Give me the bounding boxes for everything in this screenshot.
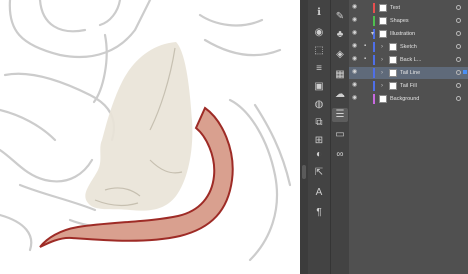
layer-color-bar — [373, 55, 375, 65]
visibility-eye-icon[interactable]: ◉ — [352, 56, 359, 62]
layer-name[interactable]: Background — [390, 95, 419, 103]
target-circle-icon[interactable] — [456, 31, 461, 36]
layer-name[interactable]: Illustration — [390, 30, 415, 38]
layer-row[interactable]: ◉ Background — [349, 93, 468, 105]
layer-row[interactable]: ◉ ▾ Illustration — [349, 28, 468, 40]
transform-icon[interactable]: ⬚ — [311, 44, 327, 58]
target-circle-icon[interactable] — [456, 5, 461, 10]
visibility-eye-icon[interactable]: ◉ — [352, 95, 359, 101]
layer-color-bar — [373, 81, 375, 91]
body-fill-shape[interactable] — [85, 42, 193, 211]
layer-name[interactable]: Tail Fill — [400, 82, 417, 90]
illustrator-window: ℹ ◉ ⬚ ≡ ▣ ◍ ⧉ ⊞ ◐ ⇱ A ¶ ✎ ♣ ◈ ▦ ☁ ☰ ▭ ∞ ◉ Text ◉ Shapes ◉ ▾ Illu… — [0, 0, 468, 274]
illustration-artwork — [0, 0, 292, 262]
color-icon[interactable]: ◉ — [311, 26, 327, 40]
layer-name[interactable]: Tail Line — [400, 69, 420, 77]
target-circle-icon[interactable] — [456, 44, 461, 49]
panel-gutter — [300, 0, 308, 274]
links-icon[interactable]: ∞ — [332, 148, 348, 162]
layer-color-bar — [373, 16, 375, 26]
layer-row[interactable]: ◉ Text — [349, 2, 468, 14]
visibility-eye-icon[interactable]: ◉ — [352, 17, 359, 23]
visibility-eye-icon[interactable]: ◉ — [352, 43, 359, 49]
panel-icon-strip-secondary: ✎ ♣ ◈ ▦ ☁ ☰ ▭ ∞ — [331, 0, 350, 274]
layer-name[interactable]: Sketch — [400, 43, 417, 51]
lock-icon[interactable]: ▪ — [364, 56, 370, 63]
target-circle-icon[interactable] — [456, 57, 461, 62]
symbols-icon[interactable]: ♣ — [332, 28, 348, 42]
layer-row[interactable]: ◉ ▪ › Back L... — [349, 54, 468, 66]
layer-name[interactable]: Text — [390, 4, 400, 12]
visibility-eye-icon[interactable]: ◉ — [352, 4, 359, 10]
gradient-icon[interactable]: ▣ — [311, 80, 327, 94]
layer-row[interactable]: ◉ Shapes — [349, 15, 468, 27]
chevron-right-icon[interactable]: › — [381, 56, 387, 64]
info-icon[interactable]: ℹ — [311, 6, 327, 20]
visibility-eye-icon[interactable]: ◉ — [352, 82, 359, 88]
chevron-right-icon[interactable]: › — [381, 69, 387, 77]
layer-thumbnail — [389, 56, 397, 64]
layers-icon[interactable]: ☰ — [332, 108, 348, 122]
layer-thumbnail — [379, 30, 387, 38]
graphic-styles-icon[interactable]: ◈ — [332, 48, 348, 62]
layer-thumbnail — [389, 69, 397, 77]
character-icon[interactable]: A — [311, 186, 327, 200]
brushes-icon[interactable]: ✎ — [332, 10, 348, 24]
layer-color-bar — [373, 68, 375, 78]
layer-name[interactable]: Back L... — [400, 56, 421, 64]
layer-thumbnail — [379, 17, 387, 25]
layer-color-bar — [373, 94, 375, 104]
layer-thumbnail — [389, 43, 397, 51]
artboards-icon[interactable]: ▭ — [332, 128, 348, 142]
layer-row[interactable]: ◉ ▪ › Sketch — [349, 41, 468, 53]
layer-color-bar — [373, 42, 375, 52]
target-circle-icon[interactable] — [456, 70, 461, 75]
visibility-eye-icon[interactable]: ◉ — [352, 69, 359, 75]
target-circle-icon[interactable] — [456, 96, 461, 101]
align-icon[interactable]: ⧉ — [311, 116, 327, 130]
libraries-icon[interactable]: ☁ — [332, 88, 348, 102]
panel-icon-strip: ℹ ◉ ⬚ ≡ ▣ ◍ ⧉ ⊞ ◐ ⇱ A ¶ — [308, 0, 331, 274]
layer-color-bar — [373, 3, 375, 13]
chevron-right-icon[interactable]: › — [381, 82, 387, 90]
visibility-eye-icon[interactable]: ◉ — [352, 30, 359, 36]
selection-square-icon[interactable] — [463, 70, 467, 74]
pathfinder-icon[interactable]: ⊞ — [311, 134, 327, 148]
chevron-down-icon[interactable]: ▾ — [371, 30, 377, 38]
swatches-icon[interactable]: ▦ — [332, 68, 348, 82]
layer-thumbnail — [379, 95, 387, 103]
layers-panel: ◉ Text ◉ Shapes ◉ ▾ Illustration ◉ ▪ › Sketch ◉ ▪ › Ba… — [349, 0, 468, 274]
layer-row[interactable]: ◉ › Tail Line — [349, 67, 468, 79]
artboard-canvas[interactable] — [0, 0, 300, 274]
layer-thumbnail — [389, 82, 397, 90]
layer-row[interactable]: ◉ › Tail Fill — [349, 80, 468, 92]
export-icon[interactable]: ⇱ — [311, 166, 327, 180]
lock-icon[interactable]: ▪ — [364, 43, 370, 50]
layer-thumbnail — [379, 4, 387, 12]
stroke-icon[interactable]: ≡ — [311, 62, 327, 76]
transparency-icon[interactable]: ◐ — [311, 148, 327, 162]
layer-name[interactable]: Shapes — [390, 17, 409, 25]
appearance-icon[interactable]: ◍ — [311, 98, 327, 112]
target-circle-icon[interactable] — [456, 18, 461, 23]
target-circle-icon[interactable] — [456, 83, 461, 88]
paragraph-icon[interactable]: ¶ — [311, 206, 327, 220]
collapse-handle[interactable] — [302, 165, 306, 179]
chevron-right-icon[interactable]: › — [381, 43, 387, 51]
